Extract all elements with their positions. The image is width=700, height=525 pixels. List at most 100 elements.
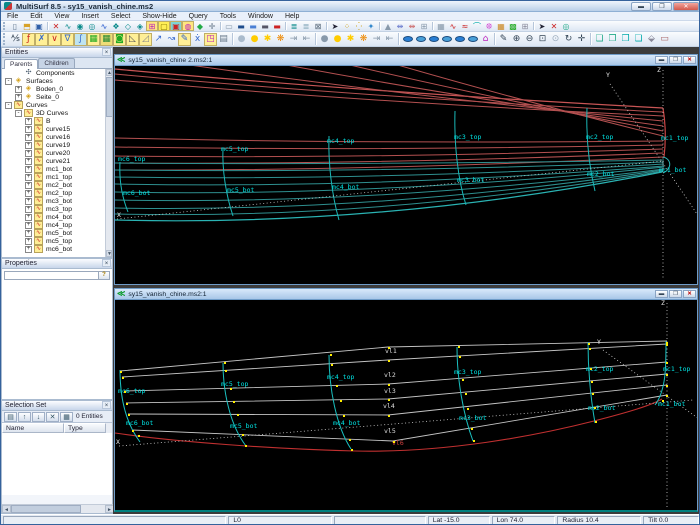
expand-toggle-icon[interactable]: - — [5, 101, 12, 109]
scroll-down-icon[interactable]: ▼ — [106, 250, 112, 257]
toolbar-button[interactable]: ◺ — [126, 32, 139, 46]
tree-item-curve20[interactable]: + ∿ curve20 — [2, 149, 112, 157]
selection-set-button[interactable]: ✕ — [46, 411, 59, 422]
toolbar-button[interactable]: ◉ — [74, 21, 86, 31]
toolbar-button[interactable]: ⁘ — [341, 21, 353, 31]
toolbar-button[interactable]: ≣ — [300, 21, 312, 31]
tree-item-mc1_top[interactable]: + ∿ mc1_top — [2, 173, 112, 181]
toolbar-button[interactable]: ▤ — [217, 33, 230, 46]
toolbar-button[interactable]: ✛ — [206, 21, 218, 31]
expand-toggle-icon[interactable]: + — [25, 117, 32, 125]
toolbar-button[interactable]: ✗ — [35, 32, 48, 46]
toolbar-button[interactable] — [453, 33, 466, 46]
toolbar-button[interactable]: ✱ — [261, 33, 274, 46]
tree-item-mc4_bot[interactable]: + ∿ mc4_bot — [2, 213, 112, 221]
selection-set-button[interactable]: ↑ — [18, 411, 31, 422]
toolbar-button[interactable] — [440, 33, 453, 46]
tab-parents[interactable]: Parents — [4, 59, 39, 69]
toolbar-button[interactable]: ▭ — [223, 21, 235, 31]
toolbar-button[interactable]: ▣ — [170, 21, 182, 31]
tree-item-curve19[interactable]: + ∿ curve19 — [2, 141, 112, 149]
menu-item-tools[interactable]: Tools — [214, 12, 242, 21]
toolbar-button[interactable]: ▣ — [33, 21, 45, 31]
toolbar-button[interactable]: ≣ — [288, 21, 300, 31]
menu-item-window[interactable]: Window — [242, 12, 279, 21]
toolbar-button[interactable]: ✦ — [365, 21, 377, 31]
viewport-close-button[interactable]: ✕ — [683, 290, 696, 298]
properties-close-icon[interactable]: × — [102, 259, 111, 267]
expand-toggle-icon[interactable]: + — [25, 165, 32, 173]
toolbar-button[interactable]: ⌒ — [471, 21, 483, 31]
toolbar-button[interactable]: ✛ — [575, 33, 588, 46]
toolbar-button[interactable]: ✱ — [344, 33, 357, 46]
toolbar-button[interactable]: ƒ — [22, 32, 35, 46]
toolbar-button[interactable]: ▦ — [435, 21, 447, 31]
toolbar-button[interactable]: ⬙ — [645, 33, 658, 46]
toolbar-button[interactable]: ◆ — [194, 21, 206, 31]
toolbar-button[interactable]: ▭ — [658, 33, 671, 46]
toolbar-button[interactable]: ▦ — [100, 32, 113, 46]
toolbar-button[interactable]: ⊕ — [510, 33, 523, 46]
toolbar-button[interactable]: ❖ — [110, 21, 122, 31]
viewport-close-button[interactable]: ✕ — [683, 56, 696, 64]
tree-scrollbar[interactable]: ▲ ▼ — [105, 69, 112, 257]
toolbar-button[interactable]: ⌂ — [479, 33, 492, 46]
expand-toggle-icon[interactable]: - — [15, 109, 22, 117]
tree-item-mc2_bot[interactable]: + ∿ mc2_bot — [2, 181, 112, 189]
tree-item-curves[interactable]: - ∿ Curves — [2, 101, 112, 109]
menu-item-help[interactable]: Help — [279, 12, 305, 21]
toolbar-button[interactable]: ⊖ — [523, 33, 536, 46]
toolbar-button[interactable]: ◙ — [113, 32, 126, 46]
selection-set-button[interactable]: ▦ — [60, 411, 73, 422]
tree-item-curve15[interactable]: + ∿ curve15 — [2, 125, 112, 133]
toolbar-button[interactable]: ● — [235, 33, 248, 46]
toolbar-button[interactable]: ⇥ — [287, 33, 300, 46]
viewport1-canvas[interactable]: mc6_top mc5_top mc4_top mc3_top mc2_top mc1_t… — [115, 66, 697, 284]
tree-item-mc5_bot[interactable]: + ∿ mc5_bot — [2, 229, 112, 237]
menu-item-insert[interactable]: Insert — [75, 12, 105, 21]
expand-toggle-icon[interactable]: + — [25, 237, 32, 245]
expand-toggle-icon[interactable]: + — [25, 197, 32, 205]
toolbar-button[interactable]: ↻ — [562, 33, 575, 46]
toolbar-button[interactable] — [414, 33, 427, 46]
tab-children[interactable]: Children — [38, 58, 75, 68]
toolbar-button[interactable]: ∿ — [447, 21, 459, 31]
toolbar-button[interactable]: ● — [248, 33, 261, 46]
toolbar-button[interactable]: ✕ — [50, 21, 62, 31]
expand-toggle-icon[interactable]: + — [15, 93, 22, 101]
toolbar-button[interactable]: ⇹ — [406, 21, 418, 31]
tree-item-surfaces[interactable]: - ◈ Surfaces — [2, 77, 112, 85]
toolbar-button[interactable]: ▬ — [259, 21, 271, 31]
scroll-left-icon[interactable]: ◄ — [2, 505, 11, 513]
toolbar-button[interactable]: ▦ — [87, 32, 100, 46]
menu-item-edit[interactable]: Edit — [24, 12, 48, 21]
toolbar-button[interactable]: ➤ — [329, 21, 341, 31]
toolbar-button[interactable]: ▬ — [271, 21, 283, 31]
tree-item-components[interactable]: ✣ Components — [2, 69, 112, 77]
toolbar-button[interactable]: ∿ — [98, 21, 110, 31]
toolbar-button[interactable]: ⊞ — [146, 21, 158, 31]
viewport-minimize-button[interactable]: ▬ — [655, 290, 668, 298]
toolbar-button[interactable]: ▦ — [495, 21, 507, 31]
properties-edit-field[interactable]: ? — [4, 271, 110, 280]
toolbar-button[interactable]: ⬒ — [21, 21, 33, 31]
menu-item-query[interactable]: Query — [183, 12, 214, 21]
toolbar-button[interactable]: ✕ — [548, 21, 560, 31]
scroll-up-icon[interactable]: ▲ — [106, 69, 112, 76]
selection-set-close-icon[interactable]: × — [102, 401, 111, 409]
toolbar-button[interactable]: ⊙ — [549, 33, 562, 46]
tree-item-mc2_top[interactable]: + ∿ mc2_top — [2, 189, 112, 197]
column-name[interactable]: Name — [2, 423, 64, 433]
expand-toggle-icon[interactable]: + — [25, 213, 32, 221]
expand-toggle-icon[interactable]: + — [25, 157, 32, 165]
expand-toggle-icon[interactable]: + — [25, 125, 32, 133]
menu-item-show-hide[interactable]: Show-Hide — [136, 12, 182, 21]
viewport-maximize-button[interactable]: ❐ — [669, 56, 682, 64]
toolbar-button[interactable]: ◿ — [139, 32, 152, 46]
toolbar-button[interactable]: ▯ — [9, 21, 21, 31]
toolbar-button[interactable]: ▲ — [382, 21, 394, 31]
toolbar-button[interactable]: ✎ — [178, 32, 191, 46]
expand-toggle-icon[interactable]: + — [25, 173, 32, 181]
minimize-button[interactable]: ▬ — [631, 2, 651, 11]
toolbar-button[interactable]: ↗ — [152, 33, 165, 46]
